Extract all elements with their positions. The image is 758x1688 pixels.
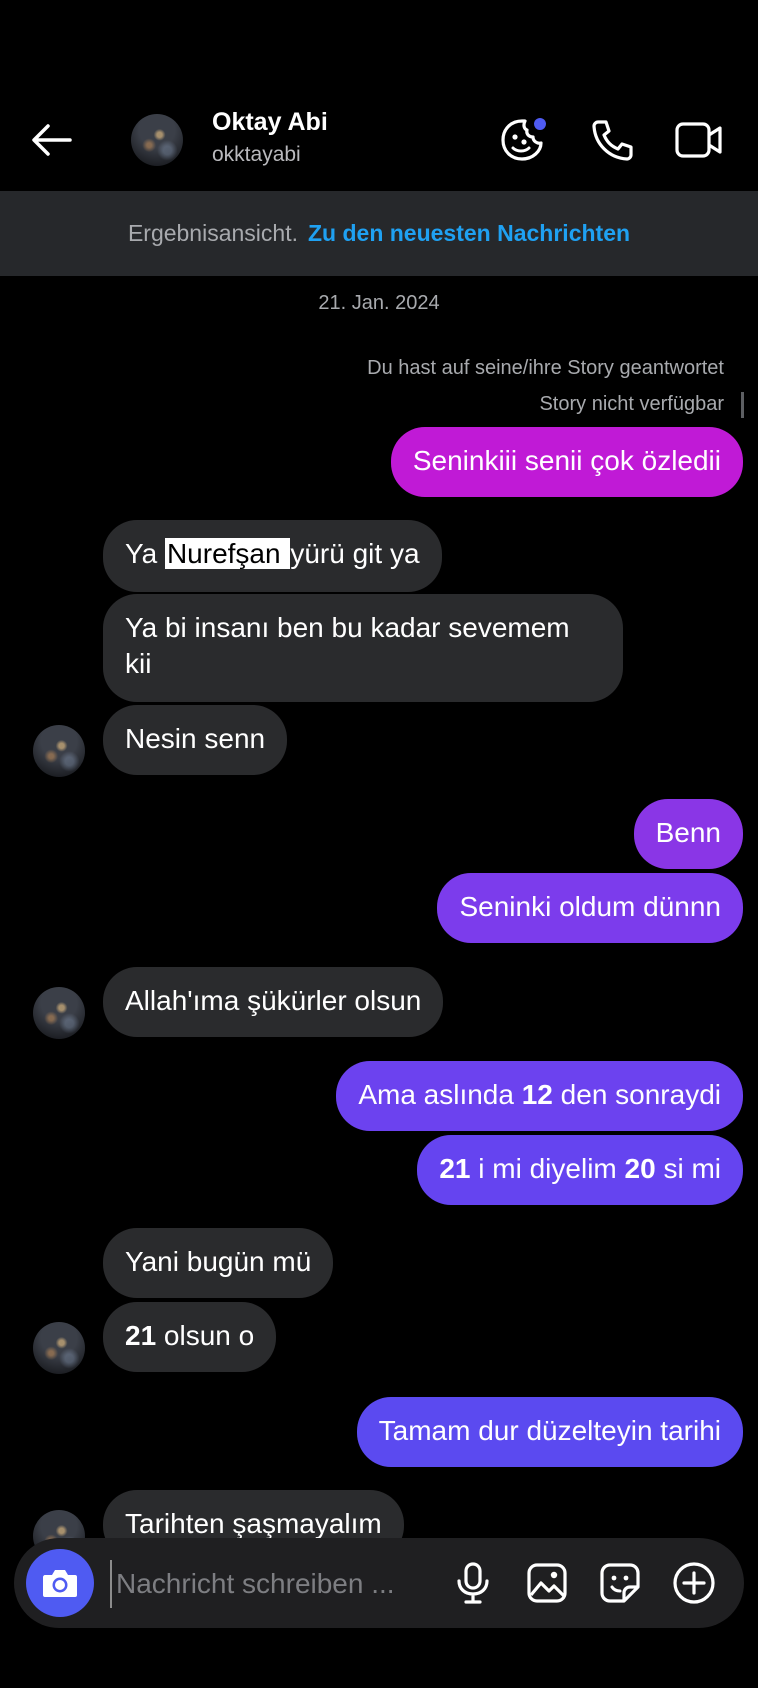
- call-button[interactable]: [586, 114, 638, 166]
- message-input[interactable]: [110, 1560, 438, 1608]
- message-incoming[interactable]: Yani bugün mü: [103, 1228, 334, 1298]
- story-unavailable-note: Story nicht verfügbar: [539, 393, 724, 415]
- message-text: Allah'ıma şükürler olsun: [125, 985, 422, 1016]
- message-text: Benn: [655, 817, 721, 848]
- message-outgoing[interactable]: Seninkiii senii çok özledii: [390, 427, 743, 497]
- message-text: Ya bi insanı ben bu kadar sevemem kii: [125, 612, 570, 679]
- camera-icon: [43, 1570, 77, 1597]
- effects-icon: [501, 118, 546, 161]
- sender-avatar[interactable]: [33, 987, 85, 1039]
- message-text: olsun o: [156, 1320, 255, 1351]
- plus-icon: [673, 1562, 715, 1604]
- sender-avatar[interactable]: [33, 1322, 85, 1374]
- message-text: Ama aslında: [358, 1079, 522, 1110]
- gallery-icon: [527, 1563, 567, 1603]
- search-result-banner: Ergebnisansicht. Zu den neuesten Nachric…: [0, 191, 758, 276]
- story-reply-note: Du hast auf seine/ihre Story geantwortet: [367, 357, 724, 379]
- video-icon: [675, 122, 722, 158]
- jump-to-latest-link[interactable]: Zu den neuesten Nachrichten: [308, 220, 630, 247]
- search-highlight: Nurefşan: [164, 538, 291, 569]
- story-reply-bar: [741, 392, 744, 418]
- message-outgoing[interactable]: Seninki oldum dünnn: [437, 873, 743, 943]
- message-text: yürü git ya: [290, 538, 420, 569]
- date-separator: 21. Jan. 2024: [318, 292, 440, 314]
- message-number: 21: [439, 1153, 471, 1184]
- camera-button[interactable]: [26, 1549, 94, 1617]
- more-options-button[interactable]: [671, 1560, 717, 1606]
- message-incoming[interactable]: Nesin senn: [103, 705, 288, 775]
- message-number: 20: [624, 1153, 656, 1184]
- back-arrow-icon: [32, 124, 72, 156]
- message-incoming[interactable]: Ya Nurefşan yürü git ya: [103, 520, 442, 592]
- message-incoming[interactable]: Allah'ıma şükürler olsun: [103, 967, 444, 1037]
- message-composer: [14, 1538, 744, 1628]
- video-call-button[interactable]: [673, 114, 725, 166]
- message-incoming[interactable]: Ya bi insanı ben bu kadar sevemem kii: [103, 594, 623, 702]
- message-outgoing[interactable]: 21 i mi diyelim 20 si mi: [417, 1135, 743, 1205]
- back-button[interactable]: [26, 118, 76, 162]
- message-text: Seninkiii senii çok özledii: [412, 445, 721, 476]
- message-text: Tarihten şaşmayalım: [125, 1508, 382, 1539]
- message-text: Seninki oldum dünnn: [459, 891, 721, 922]
- message-text: Yani bugün mü: [125, 1246, 312, 1277]
- message-text: den sonraydi: [552, 1079, 721, 1110]
- result-view-label: Ergebnisansicht.: [127, 220, 298, 246]
- message-text: Tamam dur düzelteyin tarihi: [378, 1415, 721, 1446]
- gallery-button[interactable]: [524, 1560, 570, 1606]
- phone-icon: [592, 120, 633, 161]
- sender-avatar[interactable]: [33, 725, 85, 777]
- message-number: 12: [521, 1079, 553, 1110]
- chat-header: Oktay Abi okktayabi: [0, 0, 758, 191]
- contact-avatar[interactable]: [131, 114, 183, 166]
- microphone-icon: [457, 1562, 489, 1604]
- message-number: 21: [125, 1320, 157, 1351]
- effects-button[interactable]: [496, 114, 548, 166]
- message-text: i mi diyelim: [470, 1153, 625, 1184]
- message-outgoing[interactable]: Benn: [633, 799, 743, 869]
- sticker-button[interactable]: [597, 1560, 643, 1606]
- message-text: Nesin senn: [125, 723, 266, 754]
- sticker-icon: [600, 1563, 640, 1603]
- contact-username[interactable]: okktayabi: [212, 143, 301, 167]
- message-outgoing[interactable]: Tamam dur düzelteyin tarihi: [356, 1397, 743, 1467]
- message-text: Ya: [125, 538, 165, 569]
- voice-message-button[interactable]: [450, 1560, 496, 1606]
- message-outgoing[interactable]: Ama aslında 12 den sonraydi: [336, 1061, 743, 1131]
- contact-name[interactable]: Oktay Abi: [212, 108, 328, 137]
- message-incoming[interactable]: 21 olsun o: [103, 1302, 277, 1372]
- message-text: si mi: [655, 1153, 721, 1184]
